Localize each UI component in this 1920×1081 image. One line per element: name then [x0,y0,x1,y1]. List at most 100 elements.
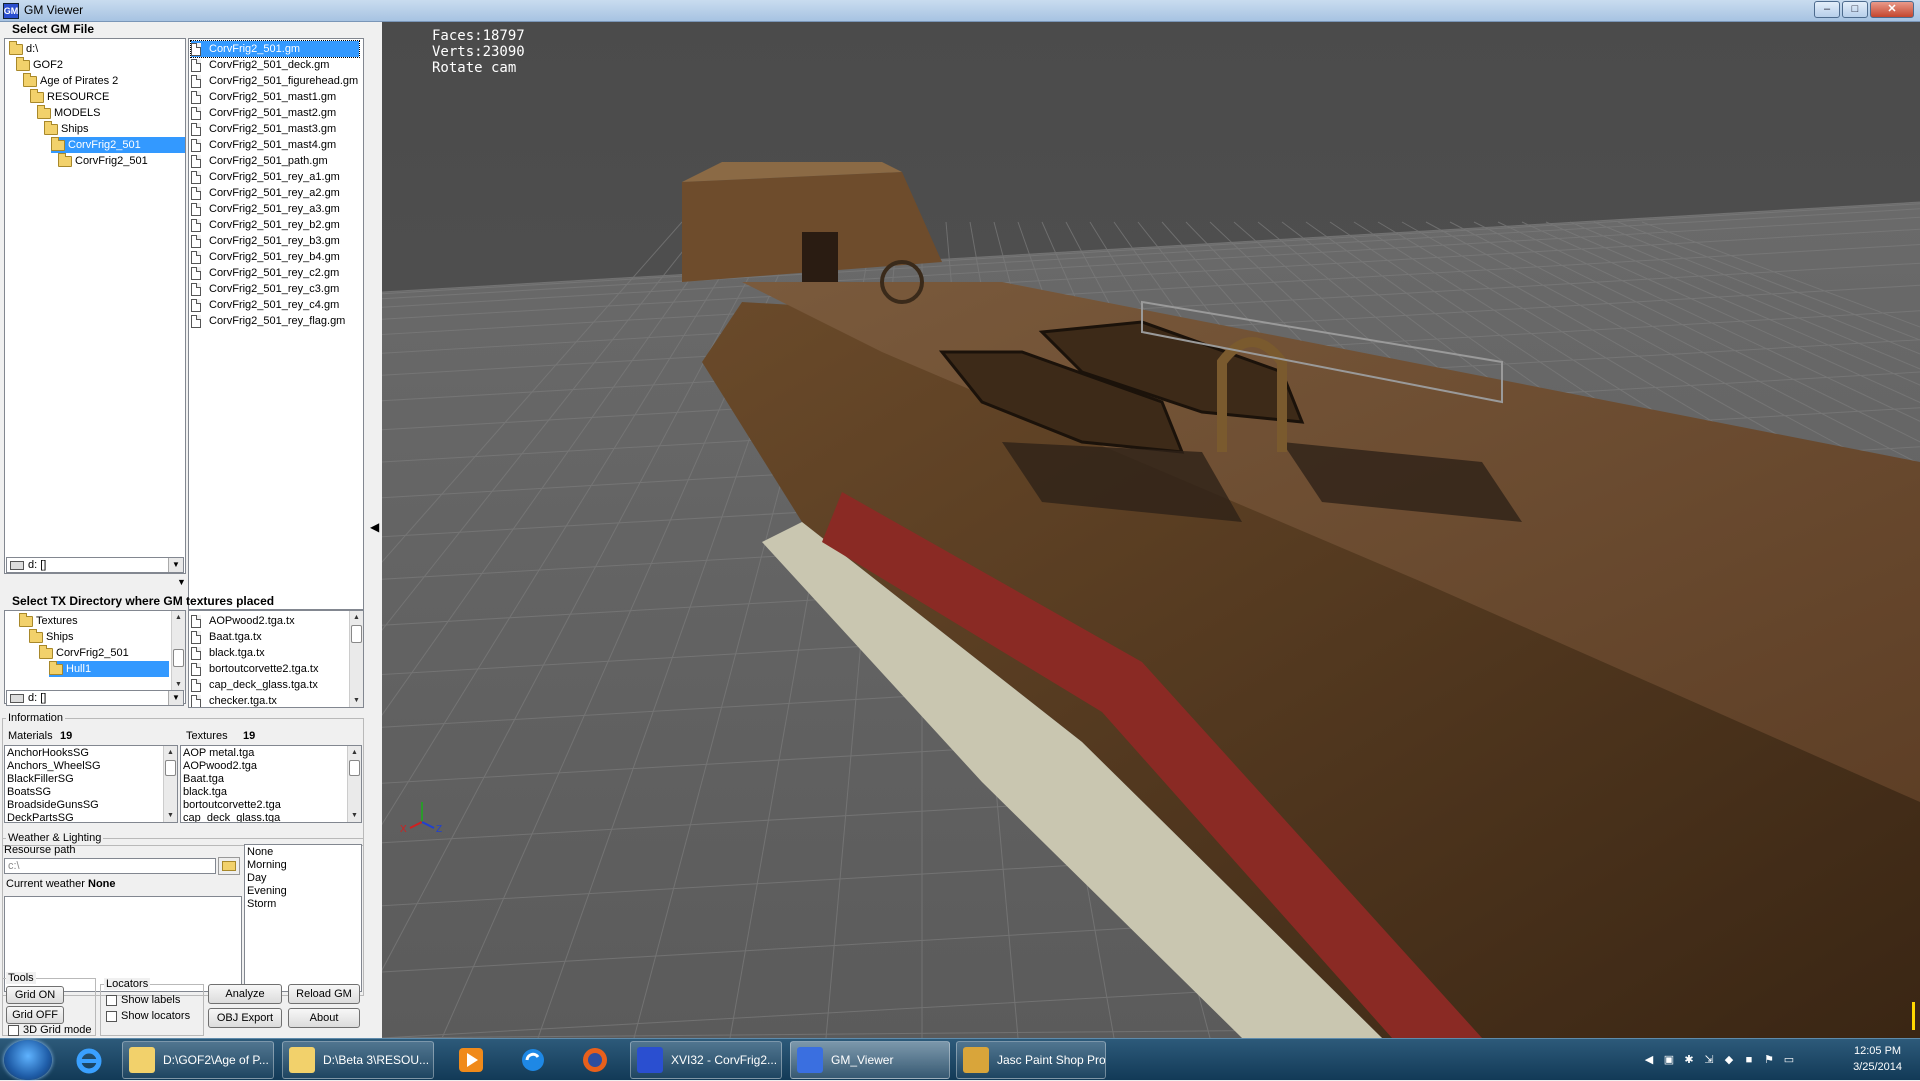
tx-file-list[interactable]: ▲ ▼ AOPwood2.tga.tx Baat.tga.tx black.tga.t… [188,610,364,708]
sync-icon[interactable] [506,1041,560,1079]
gm-file-item[interactable]: CorvFrig2_501_figurehead.gm [191,73,359,89]
texture-item[interactable]: black.tga [183,786,227,798]
maximize-button[interactable]: □ [1842,1,1868,18]
tx-tree-folder[interactable]: CorvFrig2_501 [39,644,169,661]
chevron-down-icon[interactable]: ▼ [168,558,183,572]
tx-tree-folder[interactable]: Ships [29,628,169,645]
gm-tree-folder[interactable]: RESOURCE [30,88,185,105]
bluetooth-icon[interactable]: ✱ [1682,1053,1696,1067]
materials-scrollbar[interactable]: ▲ ▼ [163,746,177,822]
tx-file-item[interactable]: AOPwood2.tga.tx [191,613,295,629]
clock[interactable]: 12:05 PM 3/25/2014 [1853,1043,1902,1075]
resource-path-input[interactable]: c:\ [4,858,216,874]
action-center-flag-icon[interactable]: ⚑ [1762,1053,1776,1067]
gm-tree-folder[interactable]: Ships [44,120,185,137]
show-labels-checkbox[interactable]: Show labels [106,994,180,1006]
reload-gm-button[interactable]: Reload GM [288,984,360,1004]
collapse-panel-arrow-icon[interactable]: ◀ [370,520,380,538]
texture-item[interactable]: bortoutcorvette2.tga [183,799,281,811]
weather-option[interactable]: Day [247,872,267,884]
gm-file-item[interactable]: CorvFrig2_501_mast4.gm [191,137,359,153]
obj-export-button[interactable]: OBJ Export [208,1008,282,1028]
texture-item[interactable]: Baat.tga [183,773,224,785]
gm-file-item[interactable]: CorvFrig2_501_mast3.gm [191,121,359,137]
weather-options-list[interactable]: None Morning Day Evening Storm [244,844,362,992]
3d-viewport[interactable]: X Z Faces:18797 Verts:23090 Rotate cam [382,22,1920,1038]
taskbar-task[interactable]: Jasc Paint Shop Pro [956,1041,1106,1079]
tx-file-item[interactable]: Baat.tga.tx [191,629,262,645]
gm-drive-select[interactable]: d: [] ▼ [6,557,184,573]
gm-file-item[interactable]: CorvFrig2_501_deck.gm [191,57,359,73]
material-item[interactable]: DeckPartsSG [7,812,74,822]
texture-item[interactable]: AOPwood2.tga [183,760,257,772]
gm-tree-folder[interactable]: CorvFrig2_501 [58,152,185,169]
gm-file-item[interactable]: CorvFrig2_501_path.gm [191,153,359,169]
internet-explorer-icon[interactable] [62,1041,116,1079]
gm-file-item[interactable]: CorvFrig2_501_rey_b4.gm [191,249,359,265]
gm-tree-folder[interactable]: d:\ [9,40,185,57]
material-item[interactable]: BoatsSG [7,786,51,798]
gm-file-item[interactable]: CorvFrig2_501_rey_c3.gm [191,281,359,297]
gm-file-item[interactable]: CorvFrig2_501_rey_c2.gm [191,265,359,281]
gm-file-item[interactable]: CorvFrig2_501_rey_a3.gm [191,201,359,217]
checkbox-box[interactable] [8,1024,19,1036]
taskbar-task[interactable]: XVI32 - CorvFrig2... [630,1041,782,1079]
material-item[interactable]: BroadsideGunsSG [7,799,99,811]
close-button[interactable]: ✕ [1870,1,1914,18]
display-icon[interactable]: ▭ [1782,1053,1796,1067]
gm-tree-folder[interactable]: CorvFrig2_501 [51,136,185,153]
gm-folder-tree[interactable]: d:\ GOF2 Age of Pirates 2 RESOURCE MODELS Shi… [4,38,186,574]
gm-file-item[interactable]: CorvFrig2_501_rey_c4.gm [191,297,359,313]
analyze-button[interactable]: Analyze [208,984,282,1004]
start-button[interactable] [4,1040,52,1080]
checkbox-box[interactable] [106,1010,117,1022]
grid-on-button[interactable]: Grid ON [6,986,64,1004]
media-player-icon[interactable] [444,1041,498,1079]
tx-file-item[interactable]: checker.tga.tx [191,693,277,707]
tx-tree-folder[interactable]: Textures [19,612,169,629]
minimize-button[interactable]: – [1814,1,1840,18]
chevron-down-icon[interactable]: ▼ [168,691,183,705]
texture-item[interactable]: cap_deck_glass.tga [183,812,280,822]
weather-option[interactable]: Morning [247,859,287,871]
gm-tree-folder[interactable]: GOF2 [16,56,185,73]
gm-tree-folder[interactable]: Age of Pirates 2 [23,72,185,89]
gm-file-item[interactable]: CorvFrig2_501_mast1.gm [191,89,359,105]
grid-off-button[interactable]: Grid OFF [6,1006,64,1024]
taskbar-task[interactable]: GM_Viewer [790,1041,950,1079]
tx-files-scrollbar[interactable]: ▲ ▼ [349,611,363,707]
tx-tree-scrollbar[interactable]: ▲ ▼ [171,611,185,691]
tx-file-item[interactable]: black.tga.tx [191,645,265,661]
weather-option[interactable]: None [247,846,273,858]
material-item[interactable]: AnchorHooksSG [7,747,89,759]
splitter-arrow-icon[interactable]: ▼ [177,577,186,587]
safe-remove-icon[interactable]: ⇲ [1702,1053,1716,1067]
volume-icon[interactable]: ◀ [1642,1053,1656,1067]
antivirus-icon[interactable]: ■ [1742,1053,1756,1067]
weather-option[interactable]: Evening [247,885,287,897]
grid-3d-checkbox[interactable]: 3D Grid mode [8,1024,91,1036]
textures-scrollbar[interactable]: ▲ ▼ [347,746,361,822]
gm-file-item[interactable]: CorvFrig2_501_rey_flag.gm [191,313,359,329]
textures-list[interactable]: ▲ ▼ AOP metal.tga AOPwood2.tga Baat.tga blac… [180,745,362,823]
gm-tree-folder[interactable]: MODELS [37,104,185,121]
materials-list[interactable]: ▲ ▼ AnchorHooksSG Anchors_WheelSG BlackFill… [4,745,178,823]
checkbox-box[interactable] [106,994,117,1006]
gm-file-item[interactable]: CorvFrig2_501_rey_a2.gm [191,185,359,201]
material-item[interactable]: Anchors_WheelSG [7,760,101,772]
gm-file-item[interactable]: CorvFrig2_501_rey_b3.gm [191,233,359,249]
tx-drive-select[interactable]: d: [] ▼ [6,690,184,706]
gm-file-list[interactable]: CorvFrig2_501.gm CorvFrig2_501_deck.gm Cor… [188,38,364,610]
weather-option[interactable]: Storm [247,898,276,910]
gm-file-item[interactable]: CorvFrig2_501_mast2.gm [191,105,359,121]
material-item[interactable]: BlackFillerSG [7,773,74,785]
sound-blaster-icon[interactable]: ◆ [1722,1053,1736,1067]
texture-item[interactable]: AOP metal.tga [183,747,254,759]
tx-file-item[interactable]: cap_deck_glass.tga.tx [191,677,318,693]
firefox-icon[interactable] [568,1041,622,1079]
network-icon[interactable]: ▣ [1662,1053,1676,1067]
gm-file-item[interactable]: CorvFrig2_501_rey_b2.gm [191,217,359,233]
taskbar-task[interactable]: D:\Beta 3\RESOU... [282,1041,434,1079]
tx-tree-folder[interactable]: Hull1 [49,660,169,677]
about-button[interactable]: About [288,1008,360,1028]
